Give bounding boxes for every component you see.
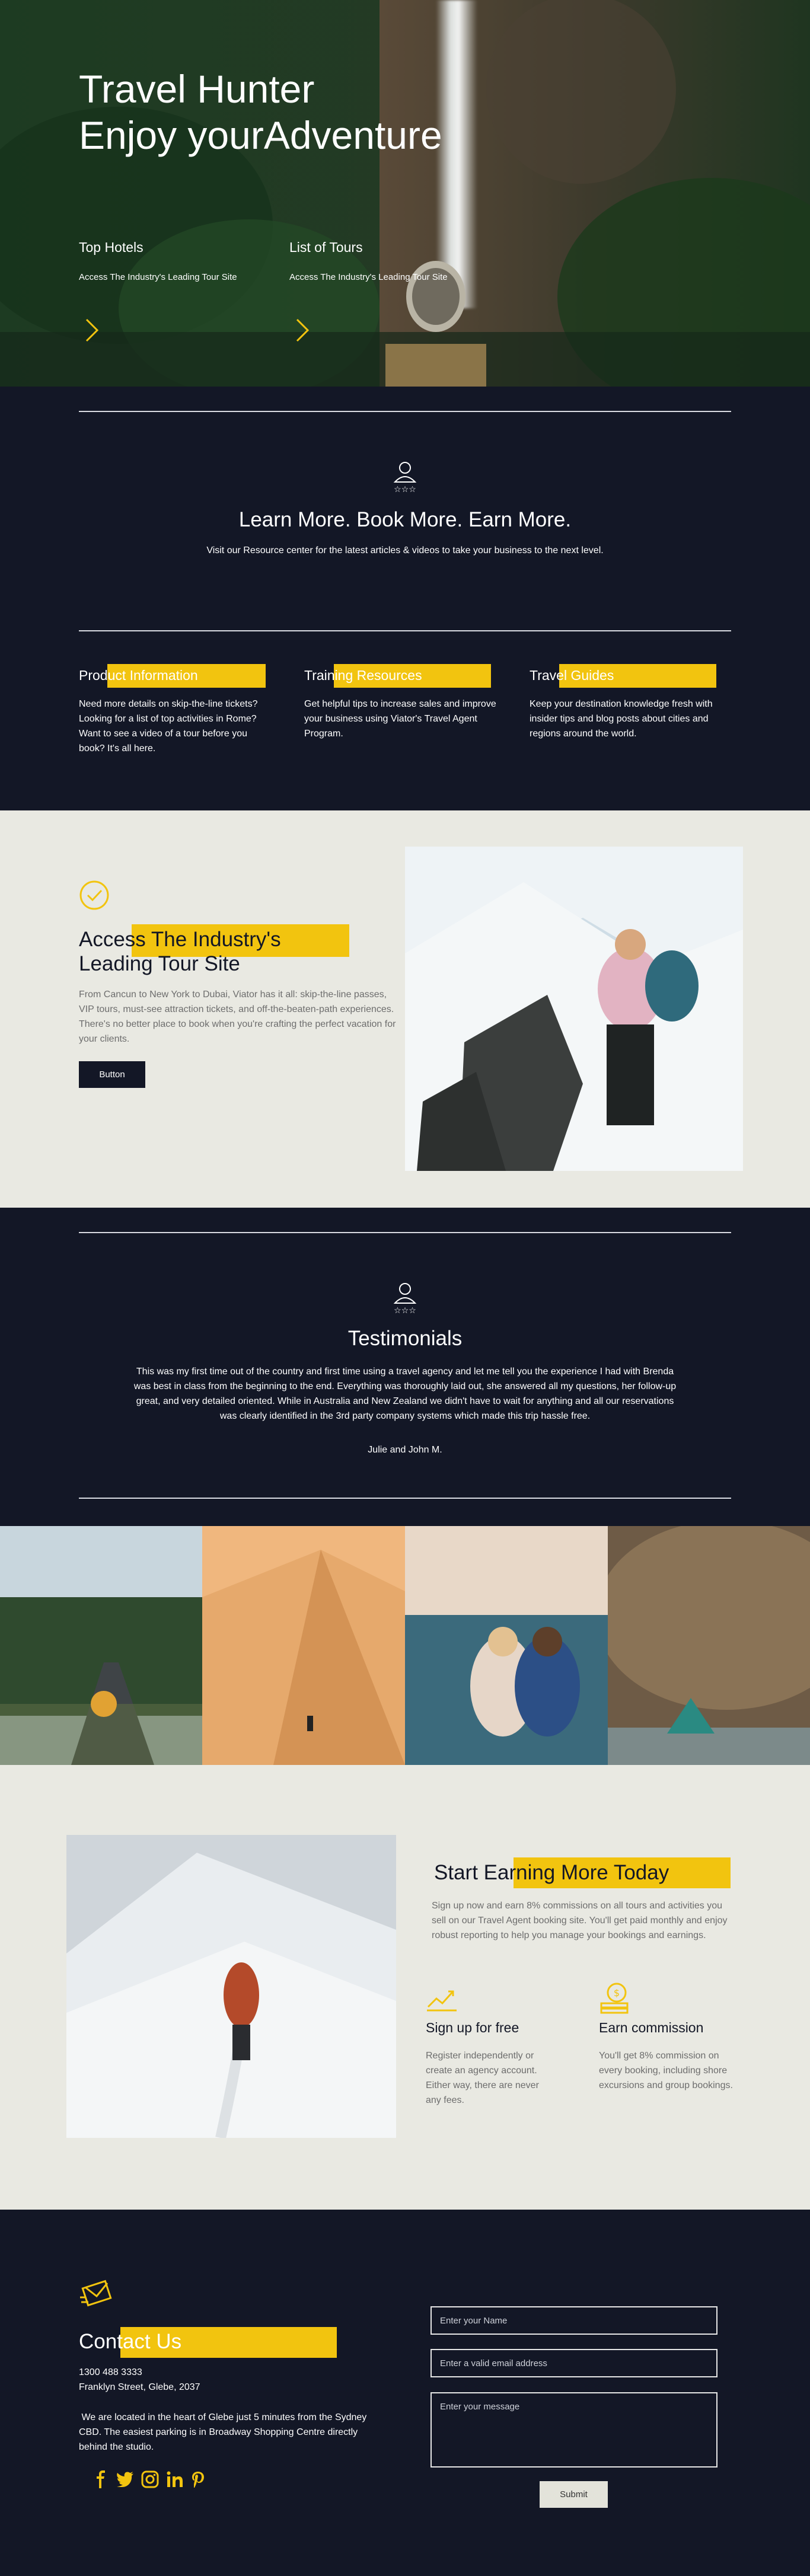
divider — [79, 630, 731, 631]
earning-item-title-commission: Earn commission — [599, 2020, 704, 2035]
contact-address: Franklyn Street, Glebe, 2037 — [79, 2382, 200, 2392]
gallery-tent-rocks-photo — [608, 1526, 810, 1765]
svg-text:☆☆☆: ☆☆☆ — [394, 485, 416, 494]
message-field[interactable]: Enter your message — [430, 2392, 717, 2468]
hero-section: Travel Hunter Enjoy yourAdventure Top Ho… — [0, 0, 810, 387]
earning-item-text-signup: Register independently or create an agen… — [426, 2051, 539, 2105]
access-section: Access The Industry's Leading Tour Site … — [0, 810, 810, 1208]
divider — [79, 411, 731, 412]
access-button[interactable]: Button — [79, 1061, 145, 1088]
contact-section: Contact Us 1300 488 3333 Franklyn Street… — [0, 2210, 810, 2576]
email-field[interactable]: Enter a valid email address — [430, 2349, 717, 2377]
arrow-right-icon[interactable] — [83, 317, 101, 343]
testimonial-author: Julie and John M. — [368, 1445, 442, 1455]
linkedin-icon[interactable] — [166, 2470, 184, 2488]
learn-more-section: ☆☆☆ Learn More. Book More. Earn More. Vi… — [0, 387, 810, 810]
testimonial-quote: This was my first time out of the countr… — [133, 1367, 677, 1421]
feature-text-guides: Keep your destination knowledge fresh wi… — [530, 699, 713, 739]
feature-title-guides: Travel Guides — [530, 668, 614, 683]
hero-title-line2: Enjoy yourAdventure — [79, 113, 442, 157]
hiker-figure — [385, 261, 486, 387]
submit-button[interactable]: Submit — [540, 2481, 608, 2508]
gallery-desert-photo — [202, 1526, 405, 1765]
earning-text: Sign up now and earn 8% commissions on a… — [432, 1901, 728, 1940]
hero-title-line1: Travel Hunter — [79, 67, 315, 111]
gallery-section — [0, 1526, 810, 1765]
earning-item-text-commission: You'll get 8% commission on every bookin… — [599, 2051, 733, 2090]
facebook-icon[interactable] — [95, 2470, 107, 2488]
hero-col-title-hotels: Top Hotels — [79, 240, 143, 255]
earning-heading: Start Earning More Today — [434, 1861, 669, 1884]
learn-subtext: Visit our Resource center for the latest… — [206, 545, 604, 556]
name-field[interactable]: Enter your Name — [430, 2306, 717, 2335]
contact-heading: Contact Us — [79, 2330, 182, 2353]
testimonials-heading: Testimonials — [347, 1327, 463, 1350]
gallery-palm-road-photo — [0, 1526, 202, 1765]
hero-col-text-tours: Access The Industry's Leading Tour Site — [289, 272, 448, 282]
contact-location-text: We are located in the heart of Glebe jus… — [79, 2412, 369, 2452]
svg-text:$: $ — [614, 1987, 620, 1999]
growth-chart-icon — [427, 1990, 457, 2012]
divider — [79, 1498, 731, 1499]
pinterest-icon[interactable] — [191, 2470, 205, 2488]
access-heading-line2: Leading Tour Site — [79, 952, 240, 975]
person-rating-icon: ☆☆☆ — [393, 462, 417, 494]
hero-col-text-hotels: Access The Industry's Leading Tour Site — [79, 272, 237, 282]
checkmark-circle-icon — [79, 880, 109, 910]
envelope-icon — [80, 2280, 112, 2307]
instagram-icon[interactable] — [141, 2470, 159, 2488]
contact-phone: 1300 488 3333 — [79, 2367, 142, 2377]
learn-heading: Learn More. Book More. Earn More. — [238, 508, 572, 531]
feature-title-product: Product Information — [79, 668, 198, 683]
mountain-hiker-photo — [405, 847, 743, 1171]
gallery-couple-sea-photo — [405, 1526, 608, 1765]
feature-text-training: Get helpful tips to increase sales and i… — [304, 699, 496, 739]
hero-col-title-tours: List of Tours — [289, 240, 363, 255]
person-rating-icon: ☆☆☆ — [393, 1283, 417, 1315]
coins-icon: $ — [600, 1983, 629, 2014]
twitter-icon[interactable] — [116, 2472, 134, 2487]
snow-hiker-photo — [66, 1835, 396, 2138]
divider — [79, 1232, 731, 1233]
testimonials-section: ☆☆☆ Testimonials This was my first time … — [0, 1208, 810, 1526]
feature-title-training: Training Resources — [304, 668, 422, 683]
access-text: From Cancun to New York to Dubai, Viator… — [79, 989, 396, 1044]
feature-text-product: Need more details on skip-the-line ticke… — [79, 699, 258, 754]
svg-text:☆☆☆: ☆☆☆ — [394, 1306, 416, 1315]
access-heading-line1: Access The Industry's — [79, 928, 281, 951]
earning-item-title-signup: Sign up for free — [426, 2020, 519, 2035]
arrow-right-icon[interactable] — [294, 317, 311, 343]
earning-section: Start Earning More Today Sign up now and… — [0, 1765, 810, 2210]
